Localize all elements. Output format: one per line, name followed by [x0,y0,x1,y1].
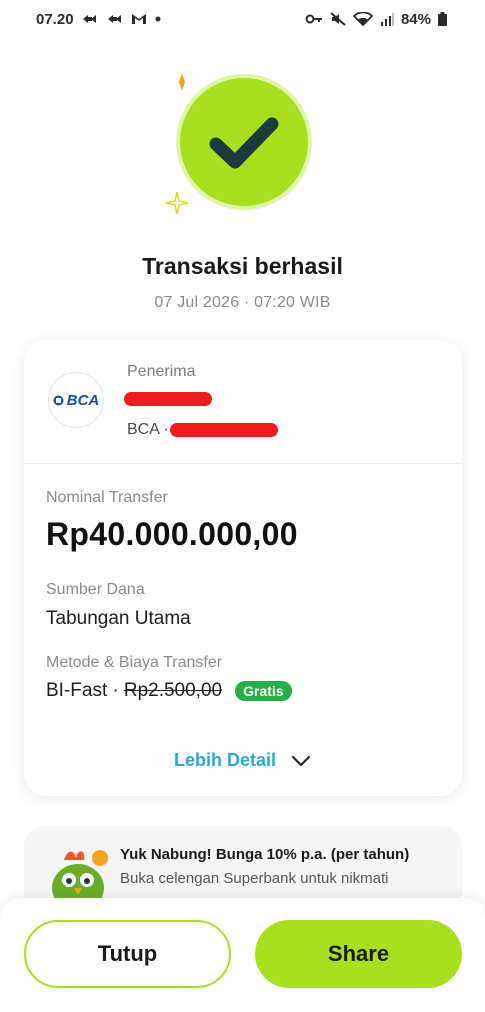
share-button[interactable]: Share [255,920,462,988]
signal-icon [380,12,394,26]
redacted-account-number [170,423,278,437]
status-time: 07.20 [36,10,74,28]
divider [24,463,462,464]
key-icon [305,13,323,25]
bca-emblem-icon [53,395,64,405]
transaction-timestamp: 07 Jul 2026 · 07:20 WIB [154,294,331,311]
redacted-recipient-name [124,392,212,406]
transaction-card: BCA Penerima BCA · Nominal Transfer Rp40… [24,340,462,796]
close-button[interactable]: Tutup [24,920,231,988]
success-checkmark [174,72,314,212]
mute-icon [330,12,346,26]
checkmark-icon [176,74,312,210]
bank-logo-text: BCA [66,391,100,409]
battery-icon [438,12,447,26]
status-right: 84% [305,11,447,28]
status-bar: 07.20 84% [0,0,485,38]
promo-title: Yuk Nabung! Bunga 10% p.a. (per tahun) [120,846,410,863]
mail-icon [131,13,147,25]
link-icon [106,13,124,25]
battery-level: 84% [400,10,431,28]
source-value: Tabungan Utama [46,608,191,629]
status-left: 07.20 [36,11,162,28]
more-detail-label: Lebih Detail [173,750,276,770]
amount-value: Rp40.000.000,00 [46,516,298,552]
amount-label: Nominal Transfer [46,489,168,506]
original-fee: Rp2.500,00 [123,680,223,701]
source-label: Sumber Dana [46,581,145,598]
sparkle-icon [174,73,190,96]
recipient-label: Penerima [127,363,196,380]
sparkle-icon [164,190,190,221]
method-value: BI-Fast · [46,680,119,701]
method-row: BI-Fast · Rp2.500,00 Gratis [46,680,292,702]
page-title: Transaksi berhasil [142,253,343,279]
notification-dot-icon [154,15,162,23]
link-icon [81,13,99,25]
wifi-icon [352,12,373,26]
promo-body: Buka celengan Superbank untuk nikmati [120,870,389,887]
bca-logo: BCA [48,372,104,428]
share-button-label: Share [327,941,390,966]
close-button-label: Tutup [97,941,158,966]
free-badge: Gratis [235,681,292,701]
bottom-action-bar: Tutup Share [0,898,485,1012]
chevron-down-icon [291,755,311,766]
more-detail-button[interactable]: Lebih Detail [24,750,462,771]
recipient-bank: BCA · [127,421,169,438]
method-label: Metode & Biaya Transfer [46,654,223,671]
